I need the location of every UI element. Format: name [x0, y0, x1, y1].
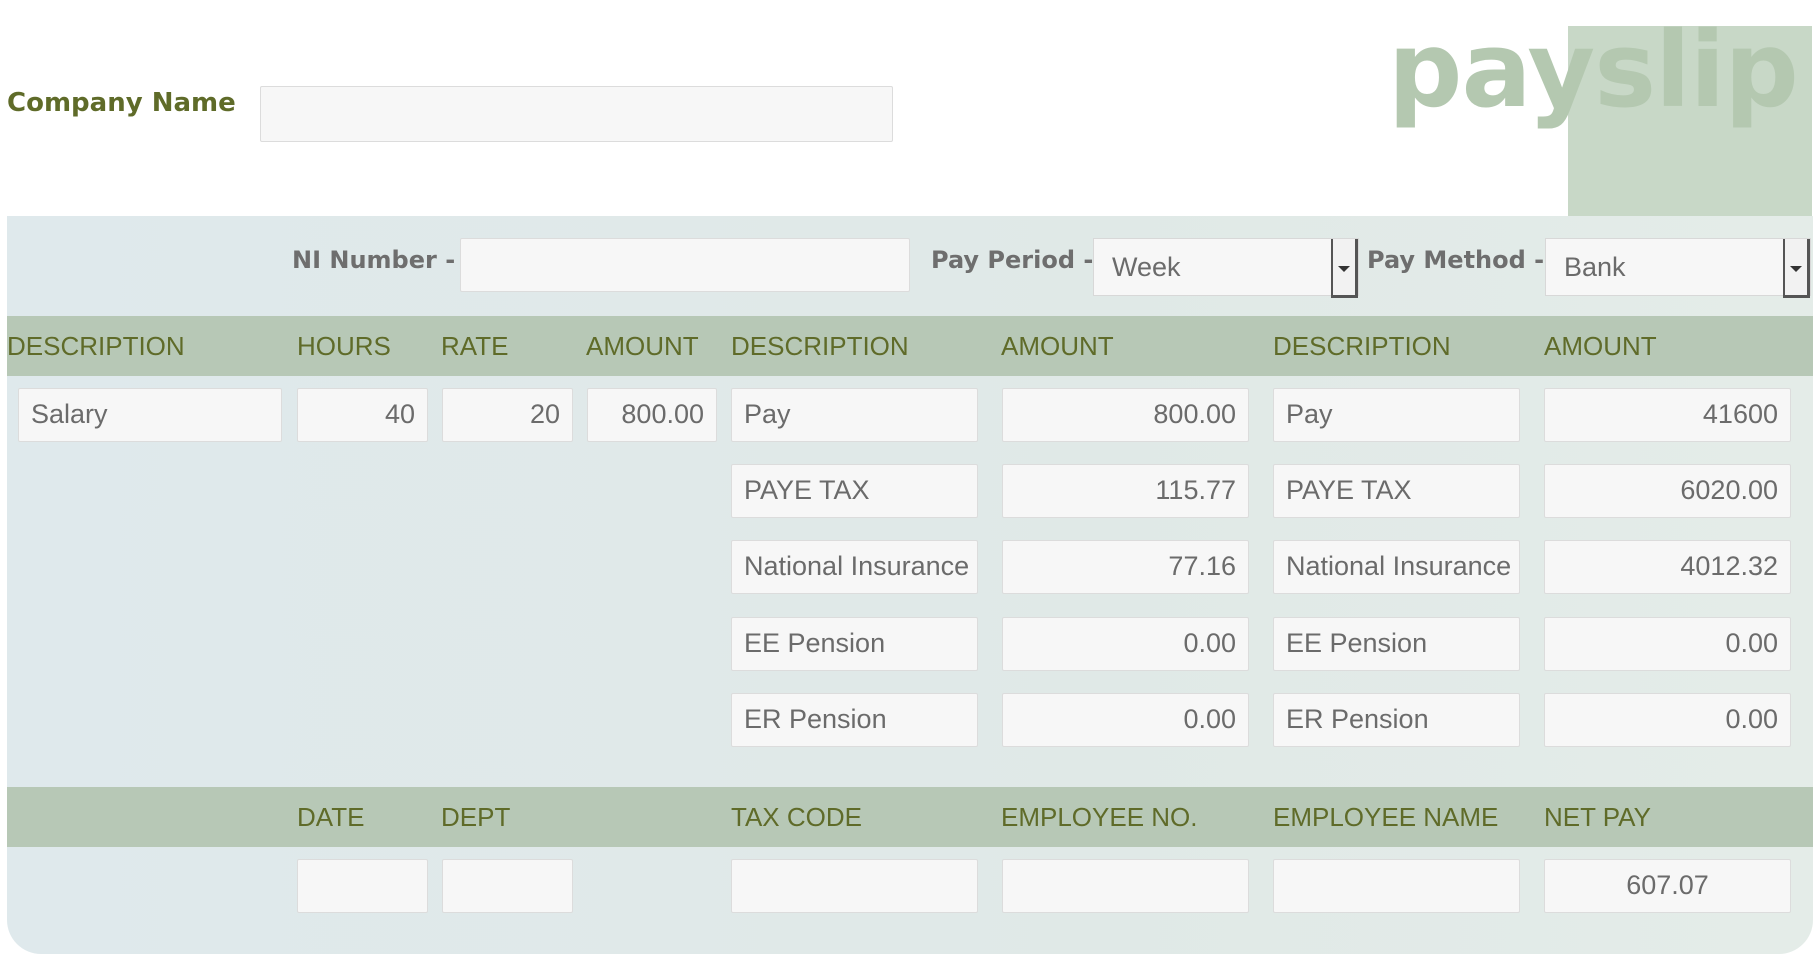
footer-header-band — [7, 787, 1813, 847]
ytd-item-label[interactable]: National Insurance — [1273, 540, 1520, 594]
header-description: DESCRIPTION — [7, 331, 185, 361]
ni-number-label: NI Number - — [292, 246, 456, 274]
header-date: DATE — [297, 802, 365, 832]
ytd-item-amount[interactable]: 0.00 — [1544, 693, 1791, 747]
period-item-label[interactable]: ER Pension — [731, 693, 978, 747]
header-ytd-description: DESCRIPTION — [1273, 331, 1451, 361]
header-amount: AMOUNT — [586, 331, 699, 361]
ni-number-input[interactable] — [460, 238, 910, 292]
header-rate: RATE — [441, 331, 509, 361]
period-item-amount[interactable]: 77.16 — [1002, 540, 1249, 594]
earnings-amount-input[interactable]: 800.00 — [587, 388, 717, 442]
period-item-label[interactable]: PAYE TAX — [731, 464, 978, 518]
pay-period-value: Week — [1112, 252, 1181, 282]
ytd-item-amount[interactable]: 6020.00 — [1544, 464, 1791, 518]
period-item-amount[interactable]: 0.00 — [1002, 693, 1249, 747]
dropdown-arrow-icon[interactable] — [1331, 239, 1358, 298]
header-tax-code: TAX CODE — [731, 802, 862, 832]
date-input[interactable] — [297, 859, 428, 913]
ytd-item-label[interactable]: PAYE TAX — [1273, 464, 1520, 518]
pay-method-value: Bank — [1564, 252, 1626, 282]
period-item-label[interactable]: Pay — [731, 388, 978, 442]
header-employee-no: EMPLOYEE NO. — [1001, 802, 1198, 832]
earnings-description-input[interactable]: Salary — [18, 388, 282, 442]
ytd-item-amount[interactable]: 4012.32 — [1544, 540, 1791, 594]
period-item-label[interactable]: National Insurance — [731, 540, 978, 594]
employee-no-input[interactable] — [1002, 859, 1249, 913]
ytd-item-label[interactable]: EE Pension — [1273, 617, 1520, 671]
header-dept: DEPT — [441, 802, 511, 832]
period-item-label[interactable]: EE Pension — [731, 617, 978, 671]
net-pay-input[interactable]: 607.07 — [1544, 859, 1791, 913]
ytd-item-label[interactable]: Pay — [1273, 388, 1520, 442]
period-item-amount[interactable]: 800.00 — [1002, 388, 1249, 442]
pay-method-label: Pay Method - — [1367, 246, 1545, 274]
dropdown-arrow-icon[interactable] — [1783, 239, 1810, 298]
tax-code-input[interactable] — [731, 859, 978, 913]
ytd-item-amount[interactable]: 41600 — [1544, 388, 1791, 442]
hours-input[interactable]: 40 — [297, 388, 428, 442]
header-hours: HOURS — [297, 331, 391, 361]
header-net-pay: NET PAY — [1544, 802, 1651, 832]
header-period-amount: AMOUNT — [1001, 331, 1114, 361]
dept-input[interactable] — [442, 859, 573, 913]
header-employee-name: EMPLOYEE NAME — [1273, 802, 1499, 832]
pay-period-select[interactable]: Week — [1093, 238, 1359, 298]
pay-method-select[interactable]: Bank — [1545, 238, 1811, 298]
header-period-description: DESCRIPTION — [731, 331, 909, 361]
period-item-amount[interactable]: 0.00 — [1002, 617, 1249, 671]
ytd-item-amount[interactable]: 0.00 — [1544, 617, 1791, 671]
company-name-label: Company Name — [7, 88, 236, 118]
employee-name-input[interactable] — [1273, 859, 1520, 913]
payslip-logo: payslip — [1388, 9, 1799, 131]
header-ytd-amount: AMOUNT — [1544, 331, 1657, 361]
ytd-item-label[interactable]: ER Pension — [1273, 693, 1520, 747]
pay-period-label: Pay Period - — [931, 246, 1094, 274]
company-name-input[interactable] — [260, 86, 893, 142]
rate-input[interactable]: 20 — [442, 388, 573, 442]
column-header-band — [7, 316, 1813, 376]
period-item-amount[interactable]: 115.77 — [1002, 464, 1249, 518]
